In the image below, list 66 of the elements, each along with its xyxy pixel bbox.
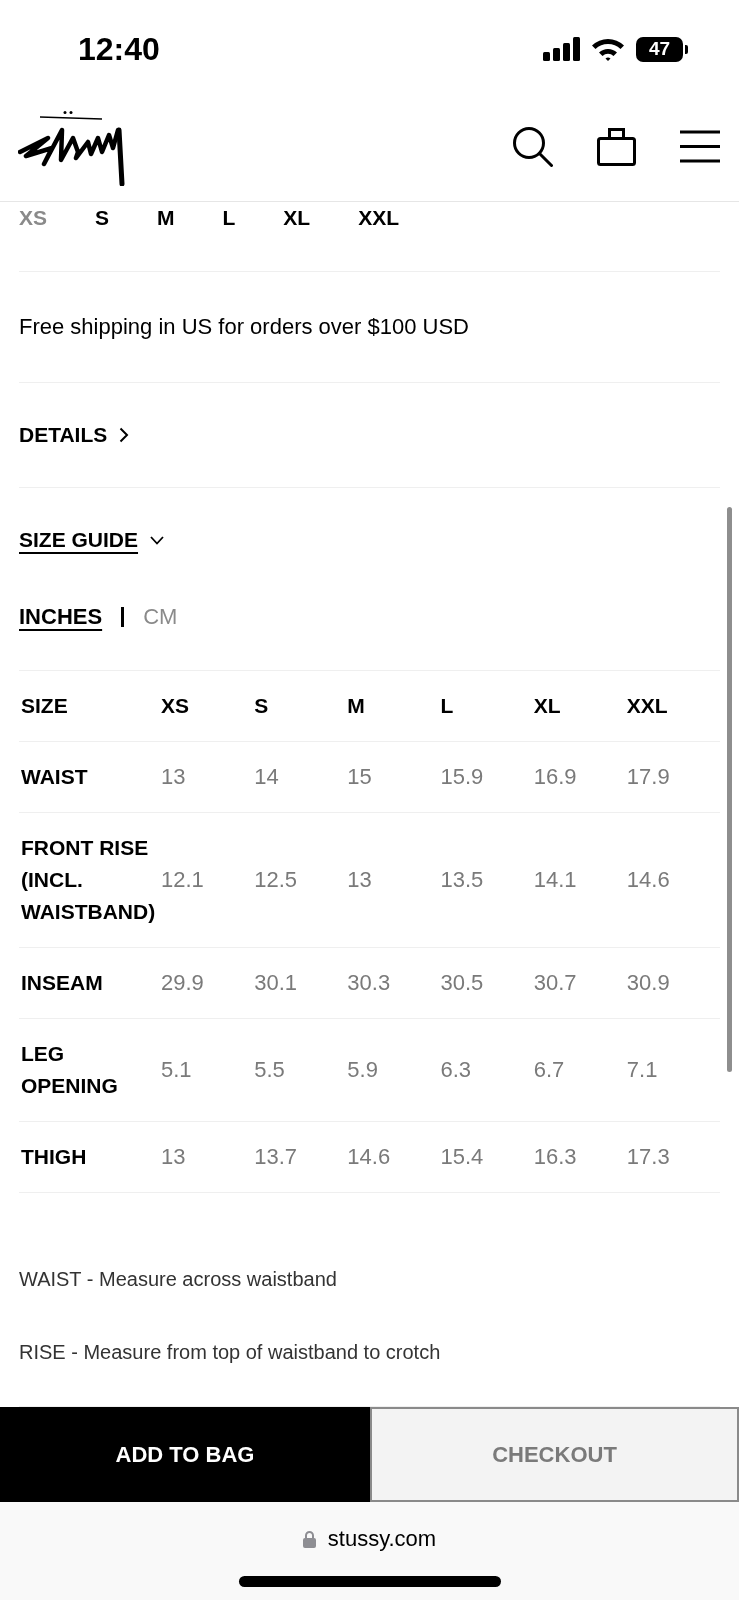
table-cell-text: 6.7 <box>533 1056 565 1084</box>
table-cell-text: 14.1 <box>533 866 577 894</box>
menu-icon[interactable] <box>680 130 720 163</box>
table-cell-text: 15.4 <box>440 1143 484 1171</box>
table-cell-text: 15.9 <box>440 763 484 791</box>
row-label: FRONT RISE (INCL. WAISTBAND) <box>21 835 156 925</box>
column-header: XS <box>161 693 189 719</box>
size-option[interactable]: S <box>95 206 110 230</box>
chevron-right-icon <box>119 427 130 443</box>
column-header: M <box>347 693 365 719</box>
accordion-toggle[interactable]: DETAILS <box>19 383 130 487</box>
signal-icon <box>543 37 580 61</box>
row-label: WAIST <box>21 764 88 790</box>
row-label: THIGH <box>21 1144 87 1170</box>
table-cell-text: 30.7 <box>533 969 577 997</box>
url-text[interactable]: stussy.com <box>327 1525 437 1553</box>
size-option[interactable]: L <box>222 206 236 230</box>
column-header: SIZE <box>21 693 68 719</box>
row-label: INSEAM <box>21 970 103 996</box>
table-cell-text: 17.9 <box>626 763 670 791</box>
bag-icon[interactable] <box>597 127 636 166</box>
column-header: S <box>254 693 269 719</box>
table-cell-text: 5.5 <box>254 1056 285 1084</box>
table-cell-text: 13 <box>161 1143 186 1171</box>
status-time: 12:40 <box>78 30 160 69</box>
chevron-down-icon <box>150 535 165 545</box>
table-cell-text: 6.3 <box>440 1056 472 1084</box>
table-cell-text: 30.3 <box>347 969 391 997</box>
table-cell-text: 14.6 <box>347 1143 391 1171</box>
size-option[interactable]: XL <box>283 206 311 230</box>
checkout-button[interactable]: CHECKOUT <box>370 1407 739 1502</box>
table-cell-text: 17.3 <box>626 1143 670 1171</box>
table-cell-text: 13 <box>347 866 372 894</box>
column-header: L <box>440 693 454 719</box>
unit-tab[interactable]: INCHES <box>19 603 103 631</box>
row-label: LEG OPENING <box>21 1041 118 1099</box>
battery-indicator: 47 <box>636 36 688 62</box>
table-cell-text: 12.5 <box>254 866 297 894</box>
table-cell-text: 5.9 <box>347 1056 378 1084</box>
wifi-icon <box>591 37 625 61</box>
shipping-note: Free shipping in US for orders over $100 USD <box>19 272 720 383</box>
table-cell-text: 30.9 <box>626 969 670 997</box>
table-cell-text: 12.1 <box>161 866 204 894</box>
accordion-toggle[interactable]: SIZE GUIDE <box>19 488 165 592</box>
column-header: XL <box>533 693 561 719</box>
column-header: XXL <box>626 693 668 719</box>
lock-icon <box>302 1530 316 1548</box>
table-cell-text: 13.7 <box>254 1143 297 1171</box>
table-cell-text: 29.9 <box>161 969 204 997</box>
table-cell-text: 15 <box>347 763 372 791</box>
table-cell-text: 30.5 <box>440 969 484 997</box>
table-cell-text: 13 <box>161 763 186 791</box>
table-cell-text: 7.1 <box>626 1056 658 1084</box>
search-icon[interactable] <box>512 126 553 167</box>
table-cell-text: 14.6 <box>626 866 670 894</box>
table-cell-text: 13.5 <box>440 866 484 894</box>
measure-note: WAIST - Measure across waistband <box>19 1267 338 1292</box>
table-cell-text: 30.1 <box>254 969 297 997</box>
measure-note: RISE - Measure from top of waistband to crotch <box>19 1340 442 1365</box>
add-to-bag-button[interactable]: ADD TO BAG <box>0 1407 370 1502</box>
size-option[interactable]: XXL <box>358 206 400 230</box>
size-option[interactable]: M <box>157 206 175 230</box>
table-cell-text: 16.9 <box>533 763 577 791</box>
table-cell-text: 16.3 <box>533 1143 577 1171</box>
table-cell-text: 5.1 <box>161 1056 192 1084</box>
table-cell-text: 14 <box>254 763 279 791</box>
